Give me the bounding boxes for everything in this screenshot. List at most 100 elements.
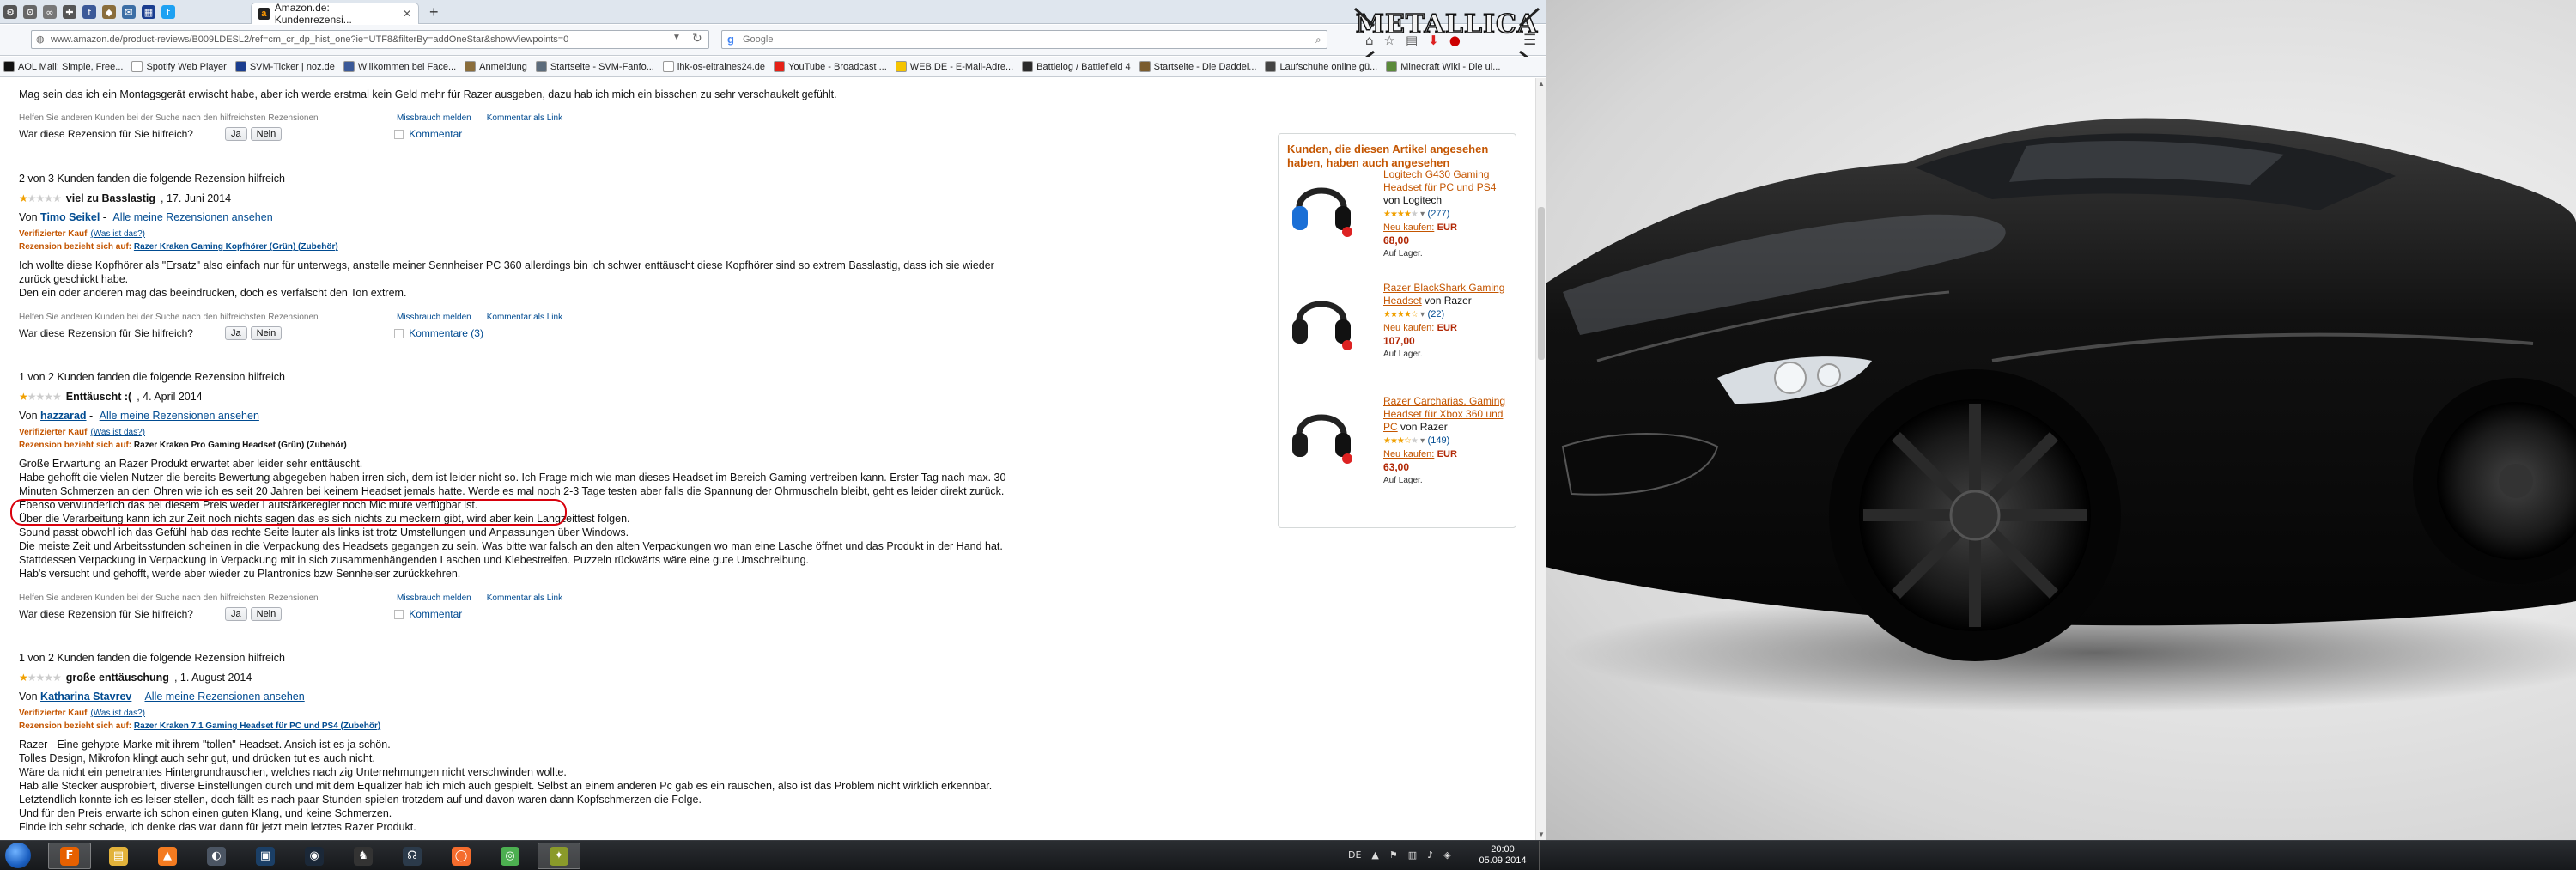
all-reviews-link[interactable]: Alle meine Rezensionen ansehen [100, 410, 259, 422]
permalink-link[interactable]: Kommentar als Link [487, 313, 562, 322]
comment-link[interactable]: Kommentar [394, 128, 462, 140]
url-bar[interactable]: ◍ www.amazon.de/product-reviews/B009LDES… [31, 30, 709, 49]
taskbar-app-vlc[interactable]: ▲ [146, 843, 189, 869]
what-is-this-link[interactable]: (Was ist das?) [90, 709, 145, 718]
buy-new-link[interactable]: Neu kaufen: [1383, 449, 1434, 459]
headset-image[interactable] [1287, 285, 1356, 354]
taskbar-app-chrome[interactable]: ◎ [489, 843, 532, 869]
chevron-down-icon[interactable]: ▾ [1420, 210, 1425, 219]
gear-icon[interactable]: ⚙ [23, 5, 37, 19]
link-icon[interactable]: ∞ [43, 5, 57, 19]
buy-new-link[interactable]: Neu kaufen: [1383, 222, 1434, 233]
taskbar-app-steam-like[interactable]: ◐ [195, 843, 238, 869]
permalink-link[interactable]: Kommentar als Link [487, 593, 562, 603]
chevron-down-icon[interactable]: ▾ [1420, 310, 1425, 319]
author-link[interactable]: Timo Seikel [40, 211, 100, 223]
reload-icon[interactable]: ↻ [692, 31, 702, 46]
review-count[interactable]: (149) [1428, 435, 1450, 446]
clock[interactable]: 20:00 05.09.2014 [1477, 844, 1528, 867]
taskbar-app-origin[interactable]: ◯ [440, 843, 483, 869]
author-link[interactable]: hazzarad [40, 410, 87, 422]
twitter-icon[interactable]: t [161, 5, 175, 19]
scroll-up-icon[interactable]: ▲ [1538, 80, 1545, 88]
facebook-icon[interactable]: f [82, 5, 96, 19]
scroll-down-icon[interactable]: ▼ [1538, 830, 1545, 838]
mail-icon[interactable]: ✉ [122, 5, 136, 19]
tray-arrow-icon[interactable]: ▲ [1371, 849, 1378, 861]
comment-label[interactable]: Kommentar [409, 128, 462, 140]
all-reviews-link[interactable]: Alle meine Rezensionen ansehen [144, 691, 304, 703]
news-icon[interactable]: ▦ [142, 5, 155, 19]
taskbar-app-steam[interactable]: ◉ [293, 843, 336, 869]
flag-icon[interactable]: ⚑ [1389, 849, 1398, 861]
bookmark-item[interactable]: Minecraft Wiki - Die ul... [1386, 61, 1500, 72]
no-button[interactable]: Nein [250, 607, 283, 621]
taskbar-app-teamspeak[interactable]: ☊ [391, 843, 434, 869]
product-recommendation[interactable]: Razer Carcharias. Gaming Headset für Xbo… [1287, 395, 1510, 498]
volume-icon[interactable]: ♪ [1427, 849, 1433, 861]
chevron-down-icon[interactable]: ▾ [1420, 436, 1425, 446]
yes-button[interactable]: Ja [225, 607, 247, 621]
yes-button[interactable]: Ja [225, 127, 247, 141]
taskbar-app-terminal[interactable]: ▣ [244, 843, 287, 869]
language-indicator[interactable]: DE [1348, 849, 1361, 861]
product-link[interactable]: Razer Kraken Gaming Kopfhörer (Grün) (Zu… [134, 242, 338, 252]
comment-link[interactable]: Kommentare (3) [394, 327, 483, 339]
product-title-link[interactable]: Logitech G430 Gaming Headset für PC und … [1383, 168, 1496, 193]
close-tab-icon[interactable]: ✕ [403, 8, 411, 20]
bookmark-item[interactable]: Spotify Web Player [131, 61, 227, 72]
search-icon[interactable]: ⌕ [1315, 33, 1321, 46]
taskbar-app-firefox[interactable]: F [48, 843, 91, 869]
author-link[interactable]: Katharina Stavrev [40, 691, 131, 703]
bookmark-item[interactable]: Willkommen bei Face... [343, 61, 456, 72]
product-recommendation[interactable]: Logitech G430 Gaming Headset für PC und … [1287, 168, 1510, 271]
price: 68,00 [1383, 234, 1410, 246]
bookmark-item[interactable]: Battlelog / Battlefield 4 [1022, 61, 1131, 72]
comment-link[interactable]: Kommentar [394, 608, 462, 620]
permalink-link[interactable]: Kommentar als Link [487, 113, 562, 123]
comments-count-link[interactable]: Kommentare (3) [409, 327, 483, 339]
puzzle-icon[interactable]: ✚ [63, 5, 76, 19]
vertical-scrollbar[interactable]: ▲ ▼ [1535, 78, 1546, 840]
product-recommendation[interactable]: Razer BlackShark Gaming Headset von Raze… [1287, 282, 1510, 385]
bookmark-tab-icon[interactable]: ◆ [102, 5, 116, 19]
what-is-this-link[interactable]: (Was ist das?) [90, 428, 145, 437]
no-button[interactable]: Nein [250, 127, 283, 141]
headset-image[interactable] [1287, 172, 1356, 240]
new-tab-button[interactable]: + [429, 3, 439, 21]
taskbar-app-battlelog[interactable]: ✦ [538, 843, 580, 869]
yes-button[interactable]: Ja [225, 326, 247, 340]
review-count[interactable]: (22) [1428, 309, 1445, 319]
bookmark-item[interactable]: SVM-Ticker | noz.de [234, 61, 335, 72]
security-icon[interactable]: ◈ [1443, 849, 1450, 861]
headset-image[interactable] [1287, 398, 1356, 467]
taskbar-app-game[interactable]: ♞ [342, 843, 385, 869]
active-tab[interactable]: a Amazon.de: Kundenrezensi... ✕ [251, 2, 419, 26]
bookmark-item[interactable]: ihk-os-eltraines24.de [662, 61, 765, 72]
bookmark-item[interactable]: Startseite - SVM-Fanfo... [535, 61, 654, 72]
no-button[interactable]: Nein [250, 326, 283, 340]
report-abuse-link[interactable]: Missbrauch melden [397, 113, 471, 123]
report-abuse-link[interactable]: Missbrauch melden [397, 593, 471, 603]
url-dropdown-icon[interactable]: ▼ [672, 33, 681, 42]
bookmark-item[interactable]: AOL Mail: Simple, Free... [3, 61, 123, 72]
taskbar-app-explorer[interactable]: ▤ [97, 843, 140, 869]
bookmark-item[interactable]: Laufschuhe online gü... [1265, 61, 1377, 72]
product-link[interactable]: Razer Kraken 7.1 Gaming Headset für PC u… [134, 721, 380, 731]
search-bar[interactable]: g Google [721, 30, 1327, 49]
what-is-this-link[interactable]: (Was ist das?) [90, 229, 145, 239]
show-desktop-button[interactable] [1539, 841, 1546, 870]
bookmark-item[interactable]: YouTube - Broadcast ... [774, 61, 887, 72]
start-button[interactable] [5, 843, 31, 868]
settings-icon[interactable]: ⚙ [3, 5, 17, 19]
bookmark-item[interactable]: Anmeldung [465, 61, 527, 72]
comment-label[interactable]: Kommentar [409, 608, 462, 620]
bookmark-item[interactable]: Startseite - Die Daddel... [1139, 61, 1256, 72]
scrollbar-thumb[interactable] [1538, 207, 1545, 360]
buy-new-link[interactable]: Neu kaufen: [1383, 323, 1434, 333]
bookmark-item[interactable]: WEB.DE - E-Mail-Adre... [895, 61, 1013, 72]
review-count[interactable]: (277) [1428, 209, 1450, 219]
network-icon[interactable]: ▥ [1408, 849, 1417, 861]
all-reviews-link[interactable]: Alle meine Rezensionen ansehen [112, 211, 272, 223]
report-abuse-link[interactable]: Missbrauch melden [397, 313, 471, 322]
